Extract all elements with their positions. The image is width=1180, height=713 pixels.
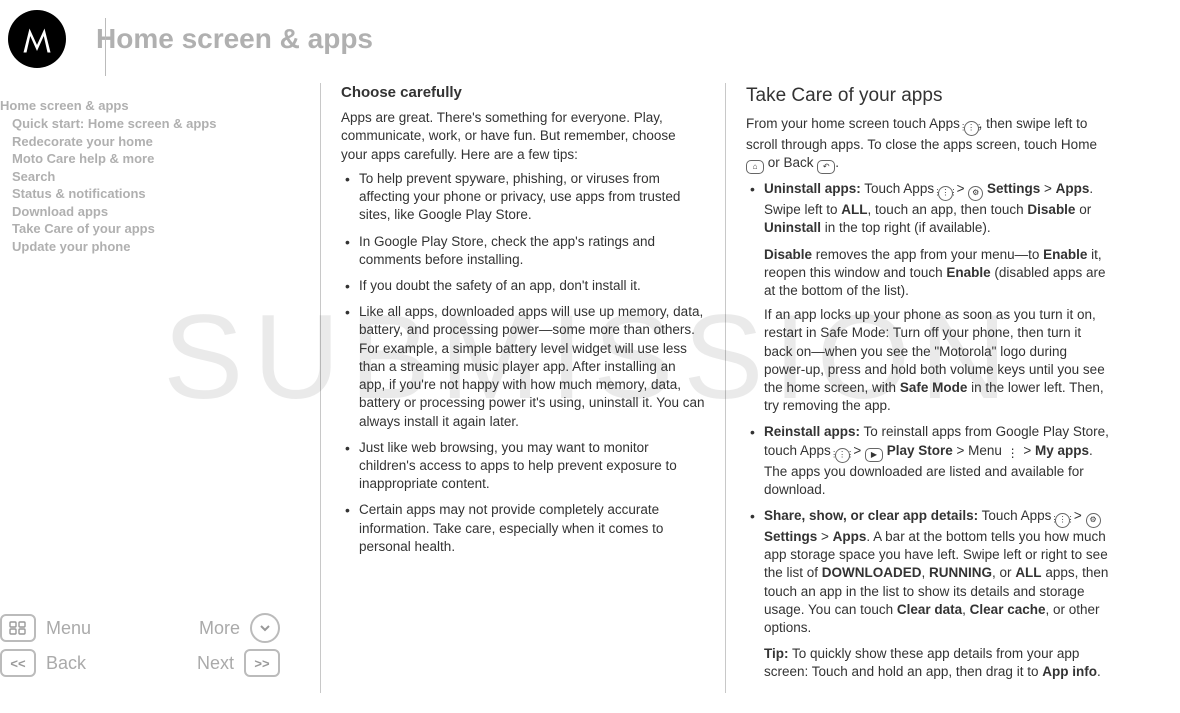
paragraph: Tip: To quickly show these app details f… — [764, 645, 1110, 681]
menu-icon[interactable] — [0, 614, 36, 642]
apps-icon: ⋮⋮⋮ — [1055, 513, 1070, 528]
toc-item[interactable]: Moto Care help & more — [0, 150, 310, 168]
more-label[interactable]: More — [199, 618, 240, 639]
paragraph: From your home screen touch Apps ⋮⋮⋮, th… — [746, 115, 1110, 175]
list-item: Just like web browsing, you may want to … — [345, 439, 705, 494]
list-item: To help prevent spyware, phishing, or vi… — [345, 170, 705, 225]
home-icon: ⌂ — [746, 160, 764, 174]
back-icon[interactable]: << — [0, 649, 36, 677]
nav-controls: Menu More << Back Next >> — [0, 613, 310, 693]
toc-item[interactable]: Update your phone — [0, 238, 310, 256]
paragraph: If an app locks up your phone as soon as… — [764, 306, 1110, 415]
section-heading: Take Care of your apps — [746, 83, 1110, 109]
back-icon: ↶ — [817, 160, 835, 174]
list-item: In Google Play Store, check the app's ra… — [345, 233, 705, 269]
toc: Home screen & apps Quick start: Home scr… — [0, 98, 310, 255]
brand-logo — [8, 10, 66, 68]
overflow-menu-icon: ⋮ — [1006, 446, 1020, 460]
more-icon[interactable] — [250, 613, 280, 643]
toc-heading[interactable]: Home screen & apps — [0, 98, 310, 113]
list-item: If you doubt the safety of an app, don't… — [345, 277, 705, 295]
list-item: Like all apps, downloaded apps will use … — [345, 303, 705, 431]
toc-item[interactable]: Search — [0, 168, 310, 186]
menu-label[interactable]: Menu — [46, 618, 91, 639]
toc-item[interactable]: Status & notifications — [0, 185, 310, 203]
section-heading: Choose carefully — [341, 83, 705, 103]
paragraph: Apps are great. There's something for ev… — [341, 109, 705, 164]
toc-item[interactable]: Take Care of your apps — [0, 220, 310, 238]
paragraph: Disable removes the app from your menu—t… — [764, 246, 1110, 301]
list-item: Reinstall apps: To reinstall apps from G… — [750, 423, 1110, 499]
next-label[interactable]: Next — [197, 653, 234, 674]
apps-icon: ⋮⋮⋮ — [835, 448, 850, 463]
play-store-icon: ▶ — [865, 448, 883, 462]
header-divider — [105, 18, 106, 76]
toc-item[interactable]: Quick start: Home screen & apps — [0, 115, 310, 133]
gear-icon: ⚙ — [1086, 513, 1101, 528]
list-item: Uninstall apps: Touch Apps ⋮⋮⋮ > ⚙ Setti… — [750, 180, 1110, 415]
page-title: Home screen & apps — [96, 23, 373, 55]
back-label[interactable]: Back — [46, 653, 86, 674]
gear-icon: ⚙ — [968, 186, 983, 201]
column-left: Choose carefully Apps are great. There's… — [320, 83, 725, 693]
toc-item[interactable]: Download apps — [0, 203, 310, 221]
apps-icon: ⋮⋮⋮ — [938, 186, 953, 201]
toc-item[interactable]: Redecorate your home — [0, 133, 310, 151]
column-right: Take Care of your apps From your home sc… — [725, 83, 1130, 693]
list-item: Share, show, or clear app details: Touch… — [750, 507, 1110, 682]
apps-icon: ⋮⋮⋮ — [964, 121, 979, 136]
next-icon[interactable]: >> — [244, 649, 280, 677]
list-item: Certain apps may not provide completely … — [345, 501, 705, 556]
